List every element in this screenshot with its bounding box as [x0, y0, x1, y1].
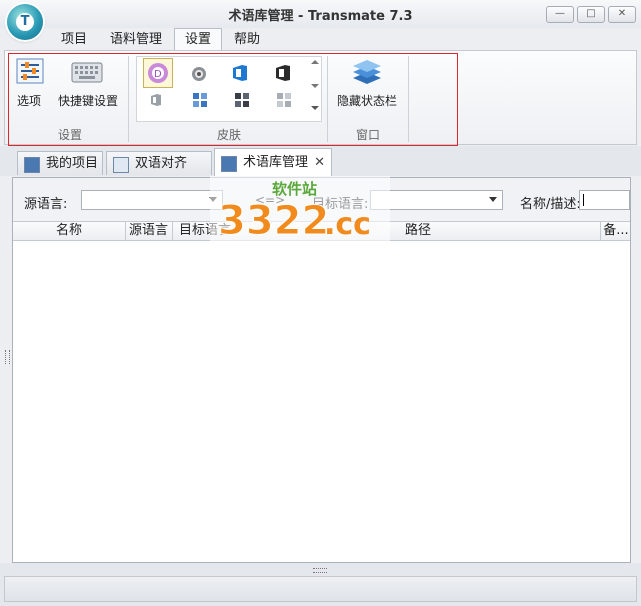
close-tab-icon[interactable]: ✕	[314, 149, 325, 177]
column-header-path[interactable]: 路径	[236, 222, 600, 240]
menu-tab-settings[interactable]: 设置	[174, 28, 223, 51]
minimize-icon: —	[555, 8, 565, 19]
menu-tab-corpus[interactable]: 语料管理	[100, 30, 172, 50]
doc-tab-termbase-manager[interactable]: 术语库管理 ✕	[214, 148, 332, 176]
column-header-source-lang[interactable]: 源语言	[126, 222, 171, 240]
doc-tab-label: 我的项目	[46, 156, 99, 171]
column-header-notes[interactable]: 备...	[602, 222, 630, 240]
chevron-down-icon	[209, 197, 217, 202]
menu-tab-help[interactable]: 帮助	[224, 30, 270, 50]
maximize-icon: □	[586, 8, 596, 19]
app-logo-icon[interactable]: T	[7, 4, 43, 40]
target-language-label: 目标语言:	[312, 197, 369, 212]
doc-tab-label: 术语库管理	[243, 155, 309, 170]
close-window-button[interactable]: ✕	[608, 6, 636, 23]
column-header-target-lang[interactable]: 目标语言	[175, 222, 235, 240]
swap-languages-button[interactable]: <=>	[255, 193, 285, 207]
menu-tab-project[interactable]: 项目	[51, 30, 97, 50]
doc-tab-my-projects[interactable]: 我的项目	[17, 151, 103, 175]
name-description-label: 名称/描述:	[520, 197, 581, 212]
name-description-input[interactable]	[579, 190, 630, 210]
ribbon-highlight-frame	[8, 53, 458, 146]
maximize-button[interactable]: □	[577, 6, 605, 23]
side-splitter-grip-icon[interactable]	[5, 350, 10, 364]
termbase-icon	[221, 156, 237, 172]
minimize-button[interactable]: —	[546, 6, 574, 23]
align-document-icon	[113, 157, 129, 173]
source-language-select[interactable]	[81, 190, 223, 210]
app-logo-letter: T	[16, 13, 34, 31]
column-separator[interactable]	[172, 222, 173, 240]
doc-tab-label: 双语对齐	[135, 156, 188, 171]
window-title: 术语库管理 - Transmate 7.3	[228, 9, 413, 24]
column-separator[interactable]	[600, 222, 601, 240]
column-header-name[interactable]: 名称	[13, 222, 125, 240]
termbase-table-body[interactable]	[13, 242, 630, 562]
target-language-select[interactable]	[370, 190, 503, 210]
status-bar	[4, 576, 637, 602]
splitter-grip-icon[interactable]	[313, 568, 327, 573]
source-language-label: 源语言:	[24, 197, 68, 212]
doc-tab-bilingual-align[interactable]: 双语对齐	[106, 151, 212, 175]
home-icon	[24, 157, 40, 173]
text-caret	[583, 194, 584, 206]
close-icon: ✕	[617, 8, 627, 19]
chevron-down-icon	[489, 197, 497, 202]
